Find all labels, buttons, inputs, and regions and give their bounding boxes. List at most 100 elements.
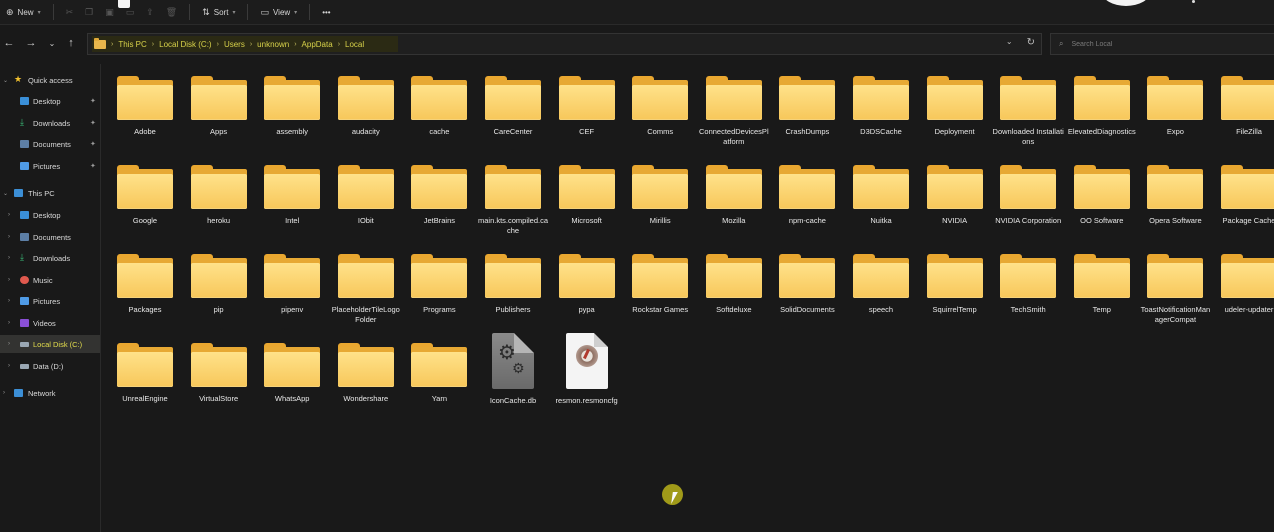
file-item[interactable]: FileZilla: [1212, 66, 1274, 152]
file-item[interactable]: ConnectedDevicesPlatform: [697, 66, 771, 152]
chevron-right-icon[interactable]: ›: [8, 363, 10, 369]
file-item[interactable]: Google: [108, 155, 182, 241]
address-bar[interactable]: › This PC › Local Disk (C:) › Users › un…: [87, 33, 1042, 55]
up-button[interactable]: ↑: [64, 36, 78, 50]
delete-button[interactable]: 🗑︎: [160, 3, 183, 21]
sidebar-item-downloads[interactable]: › ⤓ Downloads: [0, 249, 100, 267]
breadcrumb-local-disk[interactable]: Local Disk (C:): [159, 40, 211, 49]
file-item[interactable]: CareCenter: [476, 66, 550, 152]
file-item[interactable]: CEF: [550, 66, 624, 152]
sidebar-item-desktop-pinned[interactable]: Desktop ✦: [0, 92, 100, 110]
file-item[interactable]: assembly: [255, 66, 329, 152]
share-button[interactable]: ⇪: [140, 3, 160, 21]
chevron-right-icon[interactable]: ›: [8, 341, 10, 347]
file-item[interactable]: Mirillis: [623, 155, 697, 241]
file-item[interactable]: main.kts.compiled.cache: [476, 155, 550, 241]
sidebar-item-network[interactable]: › Network: [0, 384, 100, 402]
more-options-button[interactable]: •••: [316, 3, 336, 21]
chevron-right-icon[interactable]: ›: [8, 234, 10, 240]
file-item[interactable]: Downloaded Installations: [991, 66, 1065, 152]
file-item[interactable]: TechSmith: [991, 244, 1065, 330]
file-item[interactable]: Adobe: [108, 66, 182, 152]
file-item[interactable]: ToastNotificationManagerCompat: [1138, 244, 1212, 330]
file-item[interactable]: ⚙ ⚙ IconCache.db: [476, 333, 550, 419]
file-item[interactable]: pip: [182, 244, 256, 330]
file-item[interactable]: ElevatedDiagnostics: [1065, 66, 1139, 152]
file-item[interactable]: heroku: [182, 155, 256, 241]
file-item[interactable]: Nuitka: [844, 155, 918, 241]
pin-icon[interactable]: ✦: [90, 119, 96, 127]
file-item[interactable]: Apps: [182, 66, 256, 152]
file-item[interactable]: Package Cache: [1212, 155, 1274, 241]
file-item[interactable]: Wondershare: [329, 333, 403, 419]
file-item[interactable]: speech: [844, 244, 918, 330]
file-item[interactable]: npm-cache: [770, 155, 844, 241]
file-item[interactable]: audacity: [329, 66, 403, 152]
file-item[interactable]: Deployment: [918, 66, 992, 152]
sidebar-item-pictures[interactable]: › Pictures: [0, 292, 100, 310]
sidebar-item-documents[interactable]: › Documents: [0, 228, 100, 246]
forward-button[interactable]: →: [24, 36, 38, 50]
file-item[interactable]: UnrealEngine: [108, 333, 182, 419]
sidebar-item-music[interactable]: › Music: [0, 271, 100, 289]
file-item[interactable]: udeler-updater: [1212, 244, 1274, 330]
file-item[interactable]: OO Software: [1065, 155, 1139, 241]
file-item[interactable]: SolidDocuments: [770, 244, 844, 330]
file-item[interactable]: Rockstar Games: [623, 244, 697, 330]
pin-icon[interactable]: ✦: [90, 97, 96, 105]
file-item[interactable]: pipenv: [255, 244, 329, 330]
recent-locations-button[interactable]: ⌄: [45, 36, 59, 50]
sidebar-item-pictures-pinned[interactable]: Pictures ✦: [0, 157, 100, 175]
file-item[interactable]: Expo: [1138, 66, 1212, 152]
pin-icon[interactable]: ✦: [90, 140, 96, 148]
sidebar-item-videos[interactable]: › Videos: [0, 314, 100, 332]
file-item[interactable]: VirtualStore: [182, 333, 256, 419]
search-input[interactable]: [1069, 39, 1254, 49]
file-item[interactable]: Mozilla: [697, 155, 771, 241]
sidebar-item-desktop[interactable]: › Desktop: [0, 206, 100, 224]
chevron-right-icon[interactable]: ›: [8, 277, 10, 283]
file-item[interactable]: Microsoft: [550, 155, 624, 241]
paste-button[interactable]: ▣: [99, 3, 120, 21]
file-item[interactable]: Comms: [623, 66, 697, 152]
file-item[interactable]: IObit: [329, 155, 403, 241]
chevron-right-icon[interactable]: ›: [8, 298, 10, 304]
address-dropdown-icon[interactable]: ⌄: [1006, 37, 1013, 48]
file-item[interactable]: NVIDIA: [918, 155, 992, 241]
file-item[interactable]: Publishers: [476, 244, 550, 330]
new-button[interactable]: ⊕ New ▾: [0, 3, 47, 21]
view-button[interactable]: ▭ View ▾: [254, 3, 303, 21]
file-item[interactable]: CrashDumps: [770, 66, 844, 152]
breadcrumb-unknown[interactable]: unknown: [257, 40, 289, 49]
file-item[interactable]: Softdeluxe: [697, 244, 771, 330]
file-item[interactable]: SquirrelTemp: [918, 244, 992, 330]
breadcrumb-users[interactable]: Users: [224, 40, 245, 49]
sidebar-item-local-disk[interactable]: › Local Disk (C:): [0, 335, 100, 353]
file-item[interactable]: Packages: [108, 244, 182, 330]
breadcrumb-appdata[interactable]: AppData: [302, 40, 333, 49]
file-item[interactable]: JetBrains: [402, 155, 476, 241]
file-item[interactable]: Programs: [402, 244, 476, 330]
file-item[interactable]: WhatsApp: [255, 333, 329, 419]
chevron-down-icon[interactable]: ⌄: [3, 77, 8, 84]
breadcrumb-local[interactable]: Local: [345, 40, 364, 49]
file-item[interactable]: cache: [402, 66, 476, 152]
file-item[interactable]: Yarn: [402, 333, 476, 419]
chevron-right-icon[interactable]: ›: [8, 212, 10, 218]
file-item[interactable]: resmon.resmoncfg: [550, 333, 624, 419]
file-item[interactable]: D3DSCache: [844, 66, 918, 152]
sidebar-item-downloads-pinned[interactable]: ⤓ Downloads ✦: [0, 114, 100, 132]
sidebar-item-this-pc[interactable]: ⌄ This PC: [0, 184, 100, 202]
sort-button[interactable]: ⇅ Sort ▾: [196, 3, 241, 21]
chevron-right-icon[interactable]: ›: [3, 390, 5, 396]
breadcrumb-this-pc[interactable]: This PC: [118, 40, 146, 49]
file-item[interactable]: PlaceholderTileLogoFolder: [329, 244, 403, 330]
pin-icon[interactable]: ✦: [90, 162, 96, 170]
file-item[interactable]: Opera Software: [1138, 155, 1212, 241]
back-button[interactable]: ←: [2, 36, 16, 50]
copy-button[interactable]: ❐: [79, 3, 99, 21]
sidebar-item-quick-access[interactable]: ⌄ ★ Quick access: [0, 71, 100, 89]
file-item[interactable]: pypa: [550, 244, 624, 330]
file-item[interactable]: Temp: [1065, 244, 1139, 330]
chevron-right-icon[interactable]: ›: [8, 320, 10, 326]
